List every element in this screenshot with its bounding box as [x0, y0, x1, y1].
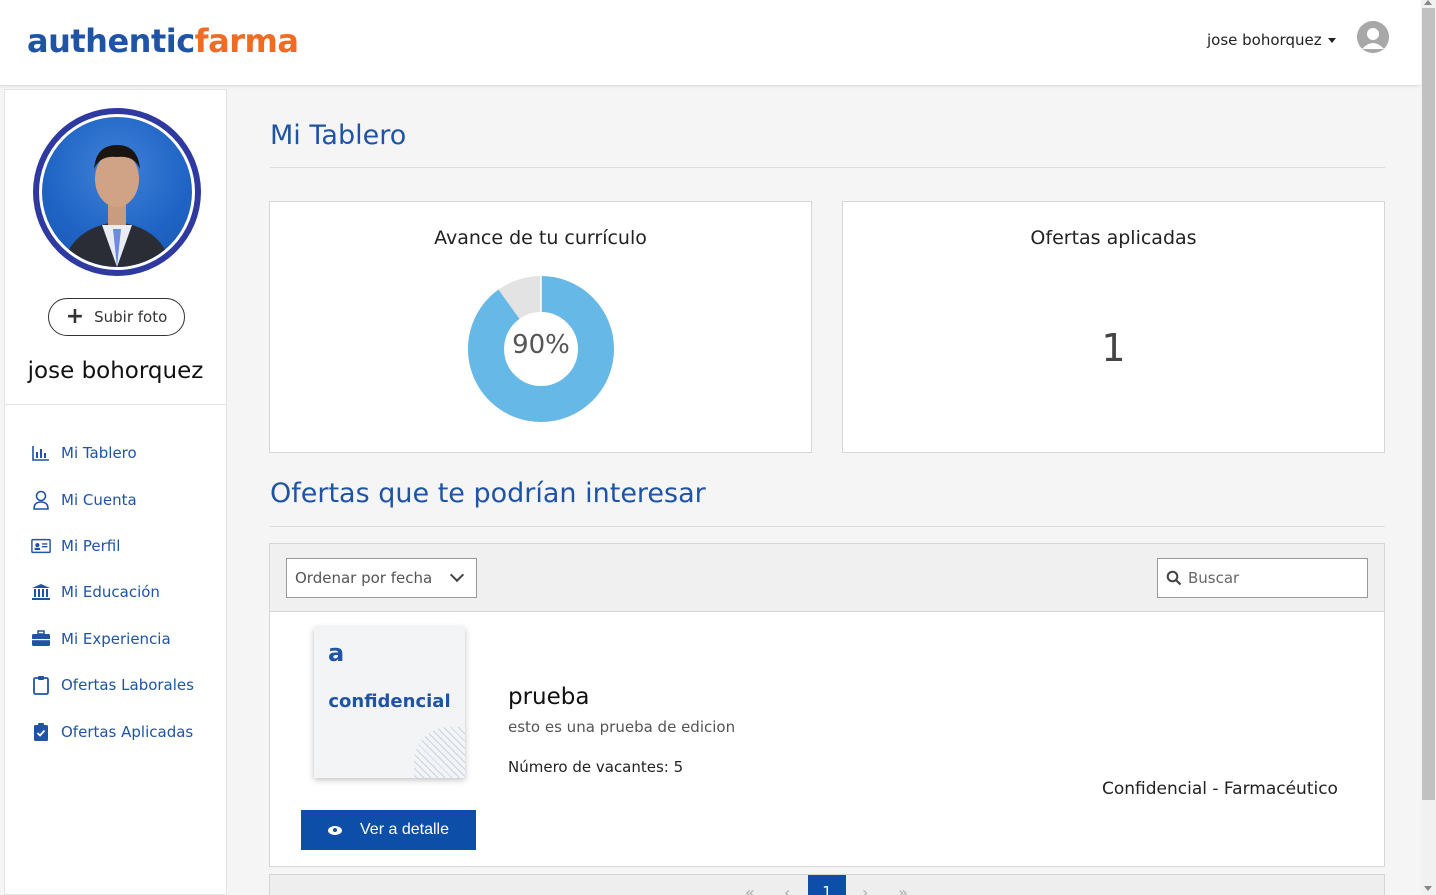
offer-title: prueba: [508, 684, 590, 710]
applied-offers-count: 1: [1101, 326, 1126, 370]
sidebar-item-label: Mi Tablero: [61, 444, 137, 463]
upload-photo-label: Subir foto: [94, 308, 168, 326]
offer-vacancies: Número de vacantes: 5: [508, 758, 684, 776]
sidebar-item-mi-educacion[interactable]: Mi Educación: [31, 569, 194, 615]
resume-progress-percent: 90%: [512, 330, 570, 360]
offer-company: Confidencial - Farmacéutico: [1102, 779, 1338, 799]
clipboard-check-icon: [31, 722, 51, 742]
pagination: « ‹ 1 › »: [269, 874, 1385, 895]
section-title: Ofertas que te podrían interesar: [270, 478, 706, 509]
offer-company-logo: a confidencial: [314, 627, 465, 778]
bar-chart-icon: [31, 443, 51, 463]
upload-photo-button[interactable]: + Subir foto: [48, 298, 185, 336]
sidebar-item-label: Ofertas Laborales: [61, 676, 194, 695]
plus-icon: +: [65, 304, 85, 329]
offers-panel: Ordenar por fecha a confidencial prueba …: [269, 543, 1385, 867]
brand-logo[interactable]: authenticfarma: [27, 22, 299, 60]
sidebar-item-label: Mi Cuenta: [61, 490, 137, 509]
logo-hatch-decoration: [414, 727, 465, 778]
pagination-page-current[interactable]: 1: [808, 875, 846, 895]
view-detail-label: Ver a detalle: [360, 821, 449, 838]
search-icon: [1166, 570, 1182, 586]
sidebar-item-label: Ofertas Aplicadas: [61, 722, 194, 741]
resume-progress-title: Avance de tu currículo: [434, 227, 647, 249]
user-icon: [31, 490, 51, 510]
profile-photo: [33, 108, 201, 276]
search-box[interactable]: [1157, 558, 1368, 598]
offer-description: esto es una prueba de edicion: [508, 718, 736, 736]
applied-offers-title: Ofertas aplicadas: [1030, 227, 1197, 249]
user-avatar[interactable]: [1357, 21, 1389, 53]
user-menu-name: jose bohorquez: [1207, 31, 1322, 49]
sidebar-divider: [5, 404, 226, 405]
id-card-icon: [31, 536, 51, 556]
profile-portrait-image: [62, 145, 172, 267]
sidebar-nav: Mi Tablero Mi Cuenta Mi Perfil Mi Educac…: [31, 430, 194, 755]
view-detail-button[interactable]: Ver a detalle: [301, 810, 476, 850]
sidebar-item-ofertas-laborales[interactable]: Ofertas Laborales: [31, 662, 194, 708]
resume-progress-card: Avance de tu currículo 90%: [269, 201, 812, 453]
sidebar-item-mi-experiencia[interactable]: Mi Experiencia: [31, 616, 194, 662]
sort-select-value: Ordenar por fecha: [295, 569, 433, 587]
sidebar-item-label: Mi Perfil: [61, 536, 121, 555]
sidebar-item-label: Mi Experiencia: [61, 629, 171, 648]
eye-icon: [328, 825, 343, 835]
sidebar-item-mi-cuenta[interactable]: Mi Cuenta: [31, 476, 194, 522]
sidebar-item-mi-perfil[interactable]: Mi Perfil: [31, 523, 194, 569]
scroll-thumb[interactable]: [1422, 8, 1435, 800]
profile-name: jose bohorquez: [27, 358, 204, 384]
page-scrollbar[interactable]: [1421, 0, 1436, 895]
top-navbar: authenticfarma jose bohorquez: [0, 0, 1421, 86]
sidebar-item-label: Mi Educación: [61, 583, 160, 602]
user-menu-dropdown[interactable]: jose bohorquez: [1207, 31, 1336, 49]
university-icon: [31, 582, 51, 602]
logo-part-1: authentic: [27, 22, 195, 60]
scroll-down-arrow-icon[interactable]: [1424, 886, 1432, 891]
logo-letter: a: [328, 639, 345, 667]
caret-down-icon: [1327, 37, 1336, 43]
pagination-first[interactable]: «: [745, 883, 755, 895]
scroll-up-arrow-icon[interactable]: [1424, 0, 1432, 5]
sidebar-item-ofertas-aplicadas[interactable]: Ofertas Aplicadas: [31, 708, 194, 754]
section-divider: [270, 526, 1385, 527]
logo-part-2: farma: [194, 22, 299, 60]
main-content: Mi Tablero Avance de tu currículo 90% Of…: [227, 86, 1421, 895]
page-title: Mi Tablero: [270, 120, 407, 151]
pagination-next[interactable]: ›: [862, 883, 868, 895]
clipboard-icon: [31, 675, 51, 696]
sidebar-item-mi-tablero[interactable]: Mi Tablero: [31, 430, 194, 476]
title-divider: [270, 167, 1385, 168]
offers-toolbar: Ordenar por fecha: [270, 544, 1384, 612]
sidebar: + Subir foto jose bohorquez Mi Tablero M…: [4, 89, 227, 895]
user-silhouette-icon: [1357, 21, 1389, 53]
sort-select[interactable]: Ordenar por fecha: [286, 558, 477, 598]
offer-logo-text: confidencial: [328, 691, 451, 712]
pagination-last[interactable]: »: [898, 883, 908, 895]
briefcase-icon: [31, 629, 51, 649]
chevron-down-icon: [449, 567, 465, 583]
pagination-prev[interactable]: ‹: [784, 883, 790, 895]
search-input[interactable]: [1188, 569, 1358, 587]
applied-offers-card: Ofertas aplicadas 1: [842, 201, 1385, 453]
